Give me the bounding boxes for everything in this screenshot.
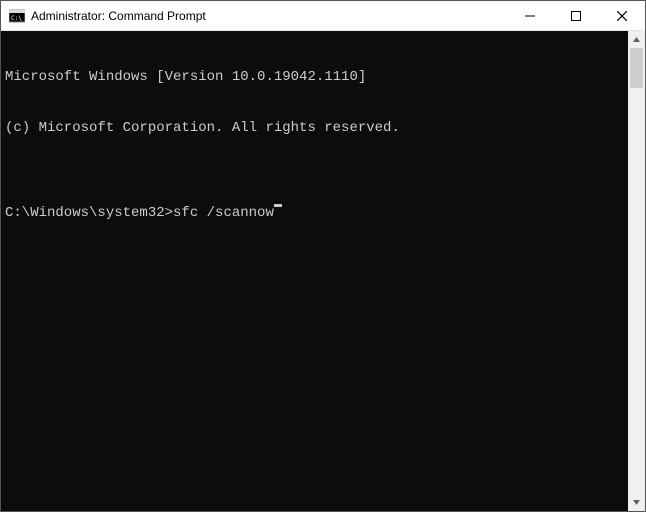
titlebar[interactable]: C:\ Administrator: Command Prompt [1,1,645,31]
chevron-down-icon [632,498,641,507]
window-title: Administrator: Command Prompt [31,9,507,23]
window-controls [507,1,645,30]
prompt-path: C:\Windows\system32> [5,205,173,222]
terminal-line: Microsoft Windows [Version 10.0.19042.11… [5,69,624,86]
scroll-track[interactable] [628,48,645,494]
text-cursor [274,204,282,207]
terminal-line: (c) Microsoft Corporation. All rights re… [5,120,624,137]
prompt-line: C:\Windows\system32>sfc /scannow [5,205,624,222]
close-icon [617,11,627,21]
maximize-button[interactable] [553,1,599,30]
minimize-icon [525,11,535,21]
maximize-icon [571,11,581,21]
terminal-output[interactable]: Microsoft Windows [Version 10.0.19042.11… [1,31,628,511]
vertical-scrollbar[interactable] [628,31,645,511]
command-prompt-window: C:\ Administrator: Command Prompt Micros… [0,0,646,512]
cmd-icon: C:\ [9,8,25,24]
scroll-down-button[interactable] [628,494,645,511]
command-input[interactable]: sfc /scannow [173,205,274,222]
close-button[interactable] [599,1,645,30]
scroll-thumb[interactable] [630,48,643,88]
svg-text:C:\: C:\ [11,15,22,22]
chevron-up-icon [632,35,641,44]
scroll-up-button[interactable] [628,31,645,48]
minimize-button[interactable] [507,1,553,30]
client-area: Microsoft Windows [Version 10.0.19042.11… [1,31,645,511]
